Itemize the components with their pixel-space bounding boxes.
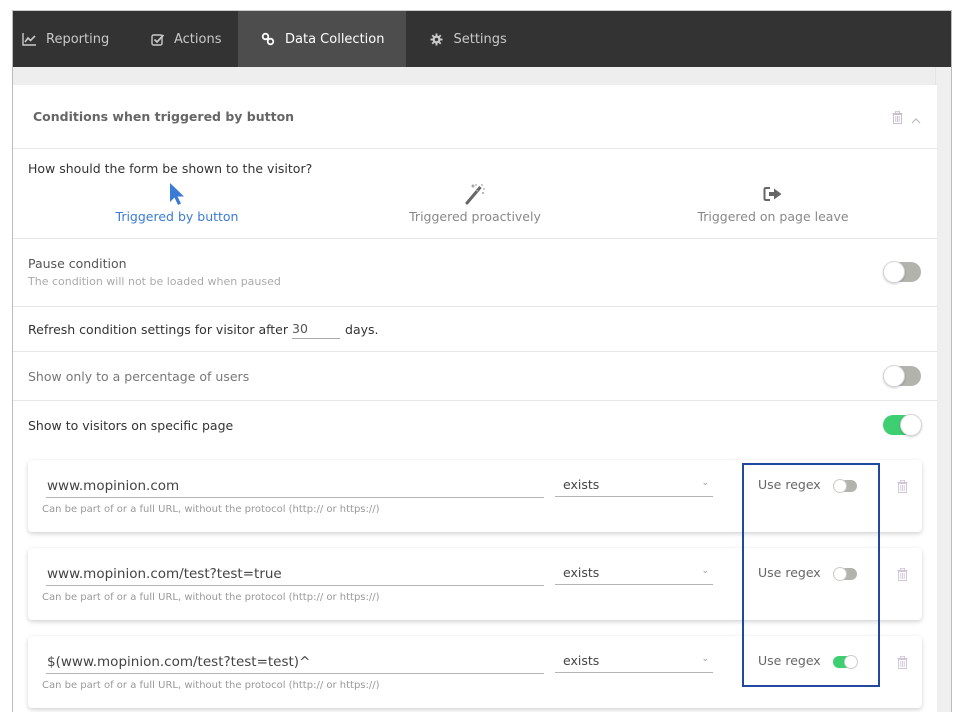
conditions-panel: Conditions when triggered by button How … xyxy=(13,85,937,712)
regex-label: Use regex xyxy=(758,565,821,580)
chart-line-icon xyxy=(21,31,37,47)
cursor-arrow-icon xyxy=(77,181,277,207)
regex-label: Use regex xyxy=(758,477,821,492)
section-header[interactable]: Conditions when triggered by button xyxy=(13,85,937,149)
toggle-knob xyxy=(883,365,905,387)
toggle-knob xyxy=(832,566,847,581)
tab-label: Actions xyxy=(174,31,222,47)
regex-toggle[interactable] xyxy=(832,566,857,581)
pause-label: Pause condition xyxy=(28,256,127,271)
magic-wand-icon xyxy=(375,181,575,207)
regex-control: Use regex xyxy=(758,477,857,493)
specific-page-label: Show to visitors on specific page xyxy=(28,418,234,433)
regex-control: Use regex xyxy=(758,653,858,669)
regex-control: Use regex xyxy=(758,565,857,581)
url-hint: Can be part of or a full URL, without th… xyxy=(42,592,380,603)
url-rule-card: Can be part of or a full URL, without th… xyxy=(28,460,922,532)
url-rule-card: Can be part of or a full URL, without th… xyxy=(28,636,922,708)
tab-data-collection[interactable]: Data Collection xyxy=(238,11,407,67)
percentage-toggle[interactable] xyxy=(883,365,921,387)
operator-value: exists xyxy=(563,477,600,492)
top-nav: Reporting Actions Data Collection Settin… xyxy=(13,11,951,67)
url-rule-card: Can be part of or a full URL, without th… xyxy=(28,548,922,620)
percentage-label: Show only to a percentage of users xyxy=(28,368,250,384)
operator-value: exists xyxy=(563,565,600,580)
url-input[interactable] xyxy=(46,652,544,674)
pause-toggle[interactable] xyxy=(883,261,921,283)
regex-toggle[interactable] xyxy=(832,478,857,493)
tab-label: Settings xyxy=(453,31,507,47)
chevron-down-icon: ⌄ xyxy=(701,654,709,664)
refresh-suffix: days. xyxy=(345,321,379,337)
gear-icon xyxy=(428,31,444,47)
scrollbar[interactable] xyxy=(935,67,951,712)
checkbox-icon xyxy=(151,31,165,47)
refresh-prefix: Refresh condition settings for visitor a… xyxy=(28,321,289,337)
chevron-down-icon: ⌄ xyxy=(701,478,709,488)
url-hint: Can be part of or a full URL, without th… xyxy=(42,504,380,515)
percentage-row: Show only to a percentage of users xyxy=(13,352,937,401)
regex-label: Use regex xyxy=(758,653,821,668)
toggle-knob xyxy=(900,414,922,436)
section-title: Conditions when triggered by button xyxy=(33,109,295,124)
trigger-option-proactive[interactable]: Triggered proactively xyxy=(375,181,575,224)
trigger-option-label: Triggered by button xyxy=(115,209,239,224)
chevron-up-icon[interactable] xyxy=(911,109,921,128)
tab-reporting[interactable]: Reporting xyxy=(13,11,138,67)
link-icon xyxy=(260,31,276,47)
app-window: Reporting Actions Data Collection Settin… xyxy=(12,10,952,712)
operator-select[interactable]: exists ⌄ xyxy=(555,476,713,497)
pause-description: The condition will not be loaded when pa… xyxy=(28,275,281,288)
refresh-days-input[interactable] xyxy=(292,319,341,339)
tab-actions[interactable]: Actions xyxy=(138,11,238,67)
trash-icon[interactable] xyxy=(897,654,908,673)
trigger-option-button[interactable]: Triggered by button xyxy=(77,181,277,224)
operator-select[interactable]: exists ⌄ xyxy=(555,652,713,673)
regex-toggle[interactable] xyxy=(832,654,858,669)
sign-out-icon xyxy=(673,181,873,207)
trigger-option-page-leave[interactable]: Triggered on page leave xyxy=(673,181,873,224)
url-hint: Can be part of or a full URL, without th… xyxy=(42,680,380,691)
tab-label: Data Collection xyxy=(285,31,385,47)
tab-settings[interactable]: Settings xyxy=(406,11,528,67)
operator-value: exists xyxy=(563,653,600,668)
url-input[interactable] xyxy=(46,476,544,498)
trash-icon[interactable] xyxy=(897,478,908,497)
specific-page-toggle[interactable] xyxy=(883,414,922,436)
section-actions xyxy=(892,109,921,128)
tab-label: Reporting xyxy=(46,31,110,47)
operator-select[interactable]: exists ⌄ xyxy=(555,564,713,585)
trigger-option-label: Triggered proactively xyxy=(409,209,541,224)
trigger-question: How should the form be shown to the visi… xyxy=(28,161,313,176)
toggle-knob xyxy=(843,654,858,669)
chevron-down-icon: ⌄ xyxy=(701,566,709,576)
refresh-row: Refresh condition settings for visitor a… xyxy=(13,307,937,352)
trigger-type-row: How should the form be shown to the visi… xyxy=(13,149,937,239)
url-input[interactable] xyxy=(46,564,544,586)
pause-condition-row: Pause condition The condition will not b… xyxy=(13,239,937,307)
toggle-knob xyxy=(883,261,905,283)
trash-icon[interactable] xyxy=(892,109,903,128)
specific-page-row: Show to visitors on specific page xyxy=(13,401,937,450)
trigger-option-label: Triggered on page leave xyxy=(697,209,849,224)
toggle-knob xyxy=(832,478,847,493)
trash-icon[interactable] xyxy=(897,566,908,585)
